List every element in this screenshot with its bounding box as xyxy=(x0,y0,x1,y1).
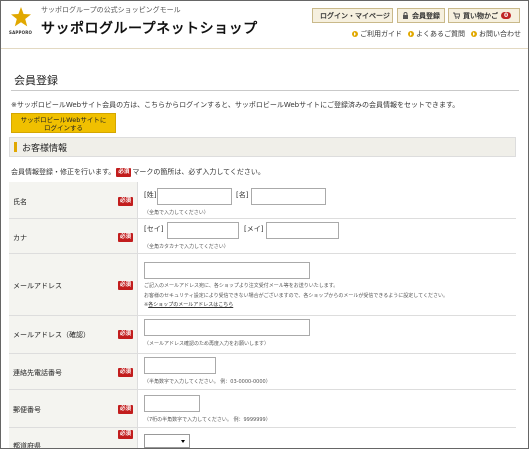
name-label: 氏名 xyxy=(13,198,27,206)
form-label-cell: 郵便番号 必須 xyxy=(9,390,137,427)
cart-count-badge: 0 xyxy=(501,12,512,19)
email-hint-3: ※各ショップのメールアドレスはこちら xyxy=(144,301,233,308)
sei-kana-input[interactable] xyxy=(167,222,239,239)
mei-kana-label: [メイ] xyxy=(244,225,264,233)
email-confirm-label: メールアドレス（確認） xyxy=(13,331,90,339)
kana-label: カナ xyxy=(13,234,27,242)
sapporo-login-label-line1: サッポロビールWebサイトに xyxy=(20,116,107,124)
form-row-name: 氏名 必須 [姓] [名] （全角で入力してください） xyxy=(9,182,516,219)
sapporo-login-notice: ※サッポロビールWebサイト会員の方は、こちらからログインすると、サッポロビール… xyxy=(11,101,460,109)
form-intro: 会員情報登録・修正を行います。 必須 マークの箇所は、必ず入力してください。 xyxy=(11,167,265,177)
phone-input[interactable] xyxy=(144,357,216,374)
login-mypage-button[interactable]: ログイン・マイページ xyxy=(312,8,393,23)
email-confirm-hint: （メールアドレス確認のため再度入力をお願いします） xyxy=(144,341,270,347)
nav-guide-label: ご利用ガイド xyxy=(360,30,402,38)
mei-label: [名] xyxy=(236,191,249,199)
form-row-prefecture: 都道府県 必須 xyxy=(9,428,516,449)
email-label: メールアドレス xyxy=(13,282,62,290)
postal-label: 郵便番号 xyxy=(13,406,41,414)
logo-wordmark: SAPPORO xyxy=(9,30,33,35)
required-badge: 必須 xyxy=(118,281,134,290)
member-register-label: 会員登録 xyxy=(412,11,440,20)
required-badge: 必須 xyxy=(118,233,134,242)
form-row-email: メールアドレス 必須 ご記入のメールアドレス宛に、各ショップより注文受付メール等… xyxy=(9,254,516,316)
nav-faq-label: よくあるご質問 xyxy=(416,30,465,38)
section-title: お客様情報 xyxy=(22,143,68,154)
sei-label: [姓] xyxy=(144,191,157,199)
section-accent-bar xyxy=(14,142,17,152)
title-divider xyxy=(11,90,519,91)
form-row-kana: カナ 必須 [セイ] [メイ] （全角カタカナで入力してください） xyxy=(9,219,516,254)
mei-kana-input[interactable] xyxy=(266,222,339,239)
intro-text-before: 会員情報登録・修正を行います。 xyxy=(11,168,116,176)
nav-faq-link[interactable]: よくあるご質問 xyxy=(408,29,465,39)
form-row-email-confirm: メールアドレス（確認） 必須 （メールアドレス確認のため再度入力をお願いします） xyxy=(9,316,516,354)
form-value-cell xyxy=(137,428,516,448)
member-form: 氏名 必須 [姓] [名] （全角で入力してください） カナ 必須 [セイ] [… xyxy=(9,182,516,449)
lock-icon xyxy=(403,12,408,19)
email-hint-2: お客様のセキュリティ設定により受信できない場合がございますので、各ショップからの… xyxy=(144,293,449,299)
site-header: SAPPORO サッポログループの公式ショッピングモール サッポログループネット… xyxy=(1,1,528,49)
phone-label: 連絡先電話番号 xyxy=(13,369,62,377)
form-label-cell: カナ 必須 xyxy=(9,219,137,253)
site-tagline: サッポログループの公式ショッピングモール xyxy=(41,6,181,14)
form-row-postal: 郵便番号 必須 （7桁の半角数字で入力してください。 例：9999999） xyxy=(9,390,516,428)
nav-guide-link[interactable]: ご利用ガイド xyxy=(352,29,402,39)
prefecture-select[interactable] xyxy=(144,434,190,448)
cart-button[interactable]: 買い物かご 0 xyxy=(448,8,520,23)
arrow-circle-icon xyxy=(352,31,358,37)
nav-contact-link[interactable]: お問い合わせ xyxy=(471,29,521,39)
nav-contact-label: お問い合わせ xyxy=(479,30,521,38)
required-badge: 必須 xyxy=(118,368,134,377)
page-title: 会員登録 xyxy=(14,74,58,87)
form-value-cell: [セイ] [メイ] （全角カタカナで入力してください） xyxy=(137,219,516,253)
required-badge: 必須 xyxy=(118,330,134,339)
member-register-button[interactable]: 会員登録 xyxy=(397,8,445,23)
postal-input[interactable] xyxy=(144,395,200,412)
arrow-circle-icon xyxy=(471,31,477,37)
form-label-cell: メールアドレス（確認） 必須 xyxy=(9,316,137,353)
form-label-cell: 都道府県 必須 xyxy=(9,428,137,449)
intro-text-after: マークの箇所は、必ず入力してください。 xyxy=(132,168,265,176)
phone-hint: （半角数字で入力してください。 例：03-0000-0000） xyxy=(144,379,271,385)
form-value-cell: ご記入のメールアドレス宛に、各ショップより注文受付メール等をお送りいたします。 … xyxy=(137,254,516,315)
form-label-cell: 氏名 必須 xyxy=(9,182,137,218)
shop-email-list-link[interactable]: 各ショップのメールアドレスはこちら xyxy=(148,302,233,308)
kana-hint: （全角カタカナで入力してください） xyxy=(144,244,229,250)
sei-input[interactable] xyxy=(157,188,232,205)
form-value-cell: [姓] [名] （全角で入力してください） xyxy=(137,182,516,218)
required-badge: 必須 xyxy=(118,197,134,206)
prefecture-label: 都道府県 xyxy=(13,442,41,449)
arrow-circle-icon xyxy=(408,31,414,37)
sapporo-star-logo-icon[interactable] xyxy=(11,7,31,27)
mei-input[interactable] xyxy=(251,188,326,205)
page-frame: SAPPORO サッポログループの公式ショッピングモール サッポログループネット… xyxy=(0,0,529,449)
dropdown-arrow-icon xyxy=(181,440,185,443)
cart-icon xyxy=(453,12,460,19)
email-hint-1: ご記入のメールアドレス宛に、各ショップより注文受付メール等をお送りいたします。 xyxy=(144,283,339,289)
email-input[interactable] xyxy=(144,262,310,279)
form-label-cell: 連絡先電話番号 必須 xyxy=(9,354,137,389)
required-badge: 必須 xyxy=(118,430,134,439)
email-confirm-input[interactable] xyxy=(144,319,310,336)
required-badge: 必須 xyxy=(118,405,134,414)
section-header: お客様情報 xyxy=(9,137,516,157)
sei-kana-label: [セイ] xyxy=(144,225,164,233)
name-hint: （全角で入力してください） xyxy=(144,210,209,216)
cart-label: 買い物かご xyxy=(463,11,498,20)
login-mypage-label: ログイン・マイページ xyxy=(320,11,390,20)
form-value-cell: （メールアドレス確認のため再度入力をお願いします） xyxy=(137,316,516,353)
sapporo-web-login-button[interactable]: サッポロビールWebサイトに ログインする xyxy=(11,113,116,133)
sapporo-login-label-line2: ログインする xyxy=(44,124,83,132)
shop-title[interactable]: サッポログループネットショップ xyxy=(41,18,258,38)
form-value-cell: （7桁の半角数字で入力してください。 例：9999999） xyxy=(137,390,516,427)
form-row-phone: 連絡先電話番号 必須 （半角数字で入力してください。 例：03-0000-000… xyxy=(9,354,516,390)
postal-hint: （7桁の半角数字で入力してください。 例：9999999） xyxy=(144,417,271,423)
form-value-cell: （半角数字で入力してください。 例：03-0000-0000） xyxy=(137,354,516,389)
required-badge: 必須 xyxy=(116,167,132,177)
form-label-cell: メールアドレス 必須 xyxy=(9,254,137,315)
